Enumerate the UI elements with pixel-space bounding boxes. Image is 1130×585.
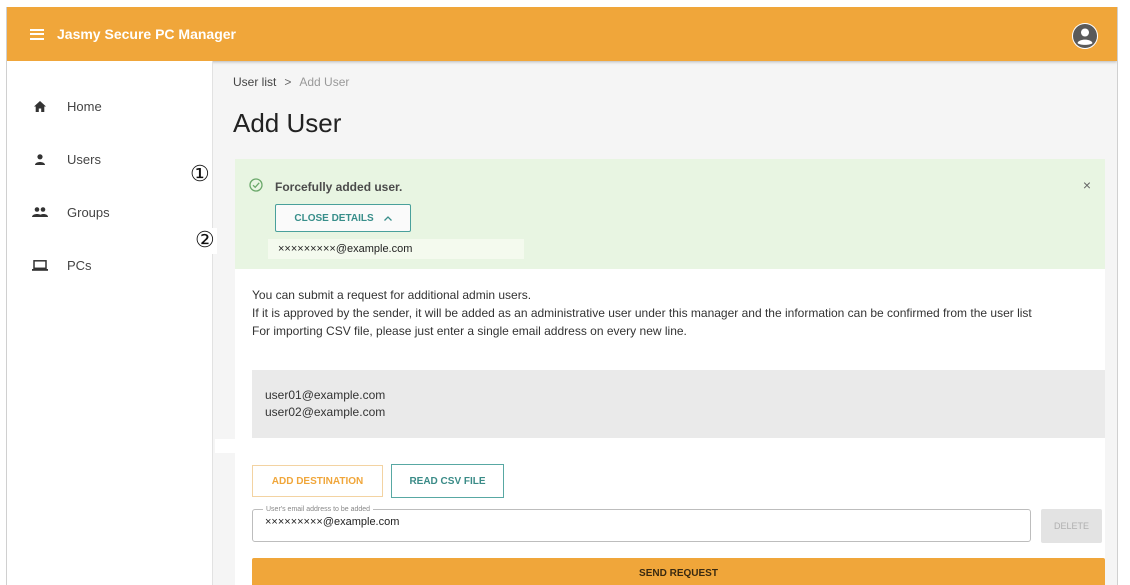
alert-close-icon[interactable]: × [1083, 177, 1091, 193]
hamburger-menu-icon[interactable] [30, 28, 44, 40]
sidebar: Home Users Groups PCs [7, 61, 213, 585]
sidebar-item-label: Groups [67, 204, 110, 220]
csv-email-line: user01@example.com [265, 388, 386, 402]
instruction-line: If it is approved by the sender, it will… [252, 306, 1032, 320]
csv-email-line: user02@example.com [265, 405, 386, 419]
page-title: Add User [233, 108, 342, 138]
email-field[interactable]: User's email address to be added ×××××××… [252, 505, 1031, 542]
laptop-icon [29, 259, 51, 271]
add-destination-button[interactable]: ADD DESTINATION [252, 465, 383, 497]
read-csv-file-button[interactable]: READ CSV FILE [391, 464, 504, 498]
check-circle-icon [249, 178, 263, 197]
app-window: Jasmy Secure PC Manager Home Users Group… [6, 7, 1118, 585]
instruction-line: For importing CSV file, please just ente… [252, 324, 687, 338]
sidebar-item-home[interactable]: Home [7, 86, 213, 126]
close-details-button[interactable]: CLOSE DETAILS [275, 204, 411, 232]
breadcrumb: User list > Add User [233, 75, 349, 89]
person-icon [29, 153, 51, 165]
email-field-label: User's email address to be added [263, 505, 374, 514]
home-icon [29, 100, 51, 112]
breadcrumb-user-list-link[interactable]: User list [233, 75, 276, 89]
send-request-button[interactable]: SEND REQUEST [252, 558, 1105, 585]
app-bar: Jasmy Secure PC Manager [7, 7, 1117, 61]
callout-marker-2: ② [193, 228, 217, 254]
sidebar-item-label: Users [67, 151, 101, 167]
overlay-mask [215, 439, 239, 453]
alert-message: Forcefully added user. [275, 180, 403, 194]
instruction-line: You can submit a request for additional … [252, 288, 532, 302]
breadcrumb-current: Add User [299, 75, 350, 89]
close-details-label: CLOSE DETAILS [294, 212, 374, 224]
app-title: Jasmy Secure PC Manager [57, 26, 236, 42]
chevron-up-icon [383, 215, 392, 221]
sidebar-item-users[interactable]: Users [7, 139, 213, 179]
add-user-card: You can submit a request for additional … [235, 269, 1105, 585]
sidebar-item-label: PCs [67, 257, 92, 273]
breadcrumb-separator: > [284, 75, 292, 89]
sidebar-item-pcs[interactable]: PCs [7, 245, 213, 285]
delete-button[interactable]: DELETE [1041, 509, 1102, 543]
sidebar-item-groups[interactable]: Groups [7, 192, 213, 232]
callout-marker-1: ① [188, 162, 212, 188]
account-circle-icon[interactable] [1072, 23, 1098, 49]
instructions: You can submit a request for additional … [252, 286, 1102, 340]
people-icon [29, 207, 51, 217]
sidebar-item-label: Home [67, 98, 102, 114]
csv-email-list[interactable]: user01@example.com user02@example.com [252, 370, 1105, 438]
success-alert: Forcefully added user. × CLOSE DETAILS ×… [235, 159, 1105, 269]
added-user-email: ×××××××××@example.com [268, 239, 524, 259]
email-field-value: ×××××××××@example.com [265, 516, 400, 528]
